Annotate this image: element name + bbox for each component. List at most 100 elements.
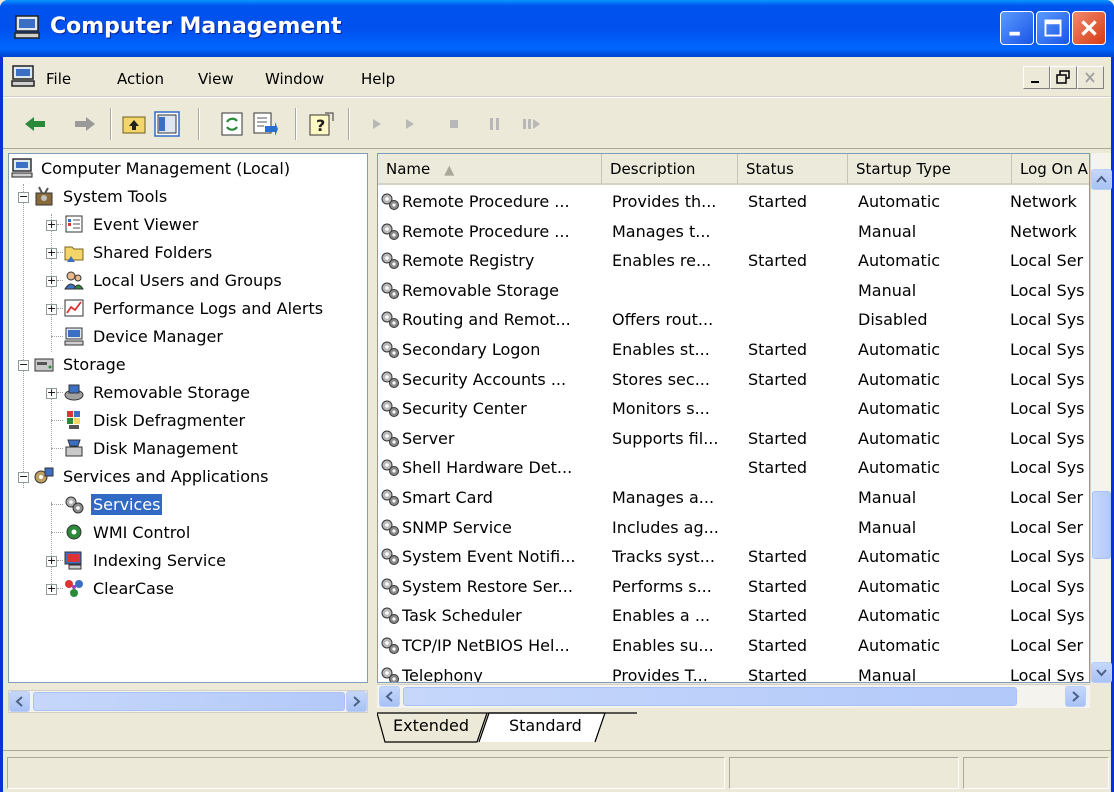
tree-label: Indexing Service <box>93 550 227 570</box>
tree-item-indexing-service[interactable]: Indexing Service <box>63 546 228 574</box>
column-header-log-on-as[interactable]: Log On A <box>1012 154 1089 185</box>
column-header-description[interactable]: Description <box>602 154 738 185</box>
scroll-thumb[interactable] <box>1092 491 1111 559</box>
tree-item-local-users-groups[interactable]: Local Users and Groups <box>63 266 284 294</box>
table-row[interactable]: Smart Card Manages a... Manual Local Ser <box>378 482 1083 512</box>
column-header-status[interactable]: Status <box>738 154 848 185</box>
tree-item-device-manager[interactable]: Device Manager <box>63 322 225 350</box>
table-row[interactable]: Security Accounts ... Stores sec... Starte… <box>378 364 1085 394</box>
menu-file[interactable]: File <box>46 70 71 88</box>
tree-item-wmi-control[interactable]: WMI Control <box>63 518 192 546</box>
table-row[interactable]: Shell Hardware Det... Started Automatic Loc… <box>378 452 1085 482</box>
table-row[interactable]: Server Supports fil... Started Automatic Loc… <box>378 423 1085 453</box>
scroll-right-button[interactable] <box>1065 686 1086 707</box>
menu-window[interactable]: Window <box>265 70 324 88</box>
back-icon[interactable] <box>21 110 49 138</box>
close-button[interactable] <box>1072 11 1106 45</box>
column-header-name[interactable]: Name ▲ <box>378 154 602 185</box>
cell-description: Monitors s... <box>612 399 710 419</box>
list-horizontal-scrollbar[interactable] <box>377 684 1090 708</box>
tree-item-system-tools[interactable]: System Tools <box>33 182 169 210</box>
table-row[interactable]: Remote Procedure ... Provides th... Starte… <box>378 186 1077 216</box>
expand-toggle[interactable]: + <box>46 555 57 567</box>
up-one-level-icon[interactable] <box>120 110 148 138</box>
table-row[interactable]: System Event Notifi... Tracks syst... Star… <box>378 541 1085 571</box>
table-row[interactable]: Removable Storage Manual Local Sys <box>378 275 1085 305</box>
show-hide-tree-icon[interactable] <box>153 110 181 138</box>
mdi-minimize-button[interactable] <box>1023 66 1050 89</box>
tree-horizontal-scrollbar[interactable] <box>8 690 368 713</box>
expand-toggle[interactable]: + <box>46 583 57 595</box>
tree-item-disk-management[interactable]: Disk Management <box>63 434 240 462</box>
mdi-close-button[interactable] <box>1077 66 1104 89</box>
maximize-button[interactable] <box>1036 11 1070 45</box>
collapse-toggle[interactable]: − <box>18 359 29 371</box>
menu-help[interactable]: Help <box>361 70 395 88</box>
indexing-service-icon <box>64 551 82 570</box>
scroll-thumb[interactable] <box>33 692 345 711</box>
scroll-right-button[interactable] <box>346 691 367 712</box>
table-row[interactable]: Remote Registry Enables re... Started Autom… <box>378 245 1083 275</box>
expand-toggle[interactable]: + <box>46 247 57 259</box>
scroll-thumb[interactable] <box>403 687 1017 706</box>
toolbar-separator <box>198 108 200 140</box>
expand-toggle[interactable]: + <box>46 275 57 287</box>
table-row[interactable]: SNMP Service Includes ag... Manual Local Se… <box>378 512 1083 542</box>
mdi-restore-button[interactable] <box>1050 66 1077 89</box>
collapse-toggle[interactable]: − <box>18 191 29 203</box>
tree-item-clearcase[interactable]: ClearCase <box>63 574 176 602</box>
help-icon[interactable]: ? <box>307 110 335 138</box>
table-row[interactable]: Remote Procedure ... Manages t... Manual Ne… <box>378 216 1077 246</box>
cell-name: Remote Procedure ... <box>402 221 570 241</box>
tree-item-storage[interactable]: Storage <box>33 350 128 378</box>
expand-toggle[interactable]: + <box>46 387 57 399</box>
cell-description: Enables re... <box>612 251 712 271</box>
table-row[interactable]: TCP/IP NetBIOS Hel... Enables su... Starte… <box>378 630 1083 660</box>
cell-startup-type: Automatic <box>858 636 941 655</box>
tree-item-removable-storage[interactable]: Removable Storage <box>63 378 252 406</box>
table-row[interactable]: Routing and Remot... Offers rout... Disabl… <box>378 304 1085 334</box>
tree-item-computer-management[interactable]: Computer Management (Local) <box>11 154 292 182</box>
document-system-menu-icon[interactable] <box>11 65 35 87</box>
scroll-left-button[interactable] <box>379 686 400 707</box>
minimize-button[interactable] <box>1000 11 1034 45</box>
disk-defragmenter-icon <box>67 411 80 429</box>
forward-icon[interactable] <box>71 110 99 138</box>
tab-standard[interactable]: Standard <box>509 712 582 742</box>
services-list[interactable]: Name ▲ Description Status Startup Type Lo… <box>377 153 1090 683</box>
cell-description: Performs s... <box>612 576 712 596</box>
menu-action[interactable]: Action <box>117 70 164 88</box>
table-row[interactable]: Security Center Monitors s... Automatic Loc… <box>378 393 1085 423</box>
tree-item-disk-defragmenter[interactable]: Disk Defragmenter <box>63 406 247 434</box>
scroll-up-button[interactable] <box>1091 169 1112 190</box>
tree-item-shared-folders[interactable]: Shared Folders <box>63 238 214 266</box>
menu-view[interactable]: View <box>198 70 234 88</box>
expand-toggle[interactable]: + <box>46 303 57 315</box>
console-tree[interactable]: Computer Management (Local) − System Too… <box>8 153 368 683</box>
sort-ascending-icon: ▲ <box>444 163 455 178</box>
table-row[interactable]: Secondary Logon Enables st... Started Autom… <box>378 334 1085 364</box>
refresh-icon[interactable] <box>218 110 246 138</box>
tree-item-performance-logs[interactable]: Performance Logs and Alerts <box>63 294 325 322</box>
scroll-down-button[interactable] <box>1091 662 1112 683</box>
title-bar[interactable]: Computer Management <box>0 0 1114 57</box>
tree-item-services-and-applications[interactable]: Services and Applications <box>33 462 270 490</box>
table-row[interactable]: Task Scheduler Enables a ... Started Automa… <box>378 600 1085 630</box>
tree-item-services[interactable]: Services <box>63 490 163 518</box>
scroll-left-button[interactable] <box>9 691 30 712</box>
tree-item-event-viewer[interactable]: Event Viewer <box>63 210 200 238</box>
list-vertical-scrollbar[interactable] <box>1090 153 1112 683</box>
table-row[interactable]: Telephony Provides T... Started Manual Local… <box>378 660 1085 682</box>
start-icon <box>406 119 414 129</box>
tab-extended[interactable]: Extended <box>393 712 469 742</box>
tree-label: Performance Logs and Alerts <box>93 298 324 318</box>
service-gear-icon <box>381 311 399 329</box>
export-list-icon[interactable] <box>251 110 279 138</box>
tree-label: Computer Management (Local) <box>41 158 291 178</box>
collapse-toggle[interactable]: − <box>18 471 29 483</box>
table-row[interactable]: System Restore Ser... Performs s... Starte… <box>378 571 1085 601</box>
expand-toggle[interactable]: + <box>46 219 57 231</box>
cell-name: Removable Storage <box>402 280 560 300</box>
toolbar-separator <box>295 108 297 140</box>
column-header-startup-type[interactable]: Startup Type <box>848 154 1012 185</box>
